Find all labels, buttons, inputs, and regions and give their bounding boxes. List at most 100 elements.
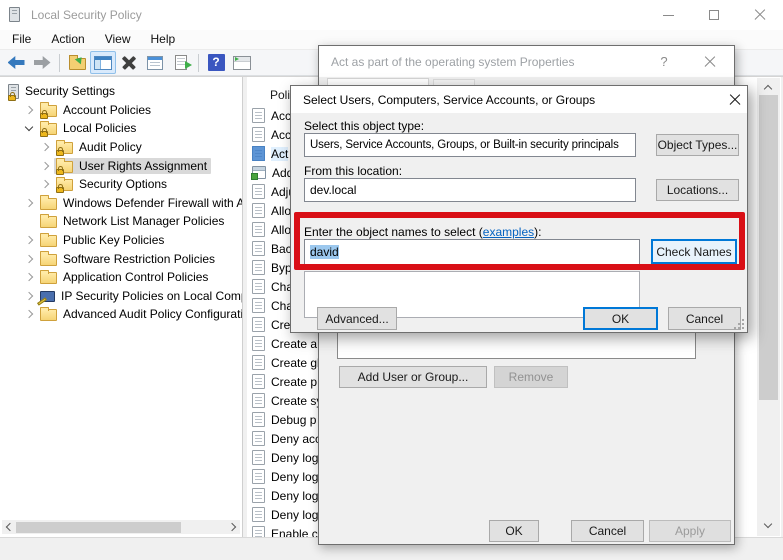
policy-doc-icon	[252, 336, 265, 351]
tree-row-content: Security Settings	[6, 83, 119, 100]
object-types-button[interactable]: Object Types...	[656, 134, 739, 156]
tree-item-network-list-manager-policies[interactable]: Network List Manager Policies	[0, 212, 242, 231]
tree-expander[interactable]	[38, 144, 54, 150]
tree-item-account-policies[interactable]: Account Policies	[0, 101, 242, 120]
ok-button[interactable]: OK	[489, 520, 539, 542]
tree-row-content: Security Options	[54, 176, 171, 192]
list-vertical-scrollbar[interactable]	[757, 78, 780, 536]
policy-doc-icon	[252, 241, 265, 256]
tree-expander[interactable]	[22, 107, 38, 113]
policy-doc-icon	[252, 127, 265, 142]
menu-view[interactable]: View	[95, 30, 141, 49]
tree-item-windows-defender-firewall-with-adva[interactable]: Windows Defender Firewall with Adva	[0, 194, 242, 213]
tree-expander[interactable]	[22, 256, 38, 262]
tree-item-software-restriction-policies[interactable]: Software Restriction Policies	[0, 249, 242, 268]
tree-expander[interactable]	[22, 127, 38, 130]
tree-item-local-policies[interactable]: Local Policies	[0, 119, 242, 138]
export-list-button[interactable]	[168, 51, 194, 74]
close-button[interactable]	[720, 86, 749, 113]
tree-horizontal-scrollbar[interactable]	[2, 520, 240, 534]
cancel-button[interactable]: Cancel	[668, 307, 741, 330]
menu-help[interactable]: Help	[141, 30, 186, 49]
chevron-right-icon	[25, 273, 33, 281]
security-settings-tree: Security Settings Account PoliciesLocal P…	[0, 82, 242, 324]
delete-button[interactable]	[116, 51, 142, 74]
chevron-right-icon	[25, 310, 33, 318]
add-user-or-group-button[interactable]: Add User or Group...	[339, 366, 487, 388]
minimize-button[interactable]	[648, 0, 688, 30]
up-one-level-button[interactable]	[64, 51, 90, 74]
check-names-button[interactable]: Check Names	[651, 239, 737, 264]
tree-item-public-key-policies[interactable]: Public Key Policies	[0, 231, 242, 250]
close-button[interactable]	[740, 0, 780, 30]
tree-expander[interactable]	[22, 237, 38, 243]
tree-item-security-options[interactable]: Security Options	[0, 175, 242, 194]
tree-item-user-rights-assignment[interactable]: User Rights Assignment	[0, 156, 242, 175]
tree-item-label: Public Key Policies	[63, 233, 164, 247]
forward-button[interactable]	[29, 51, 55, 74]
tree-row-content: Audit Policy	[54, 139, 146, 155]
tree-row-content: User Rights Assignment	[54, 158, 211, 174]
object-names-input[interactable]: david	[304, 239, 640, 265]
chevron-right-icon	[25, 199, 33, 207]
policy-doc-icon	[252, 146, 265, 161]
locations-button[interactable]: Locations...	[656, 179, 739, 201]
policy-item-label: Create p	[271, 375, 317, 389]
tree-expander[interactable]	[22, 274, 38, 280]
folder-icon	[40, 309, 57, 321]
cancel-button[interactable]: Cancel	[571, 520, 644, 542]
delete-icon	[121, 55, 137, 70]
tree-expander[interactable]	[38, 181, 54, 187]
scroll-up-icon[interactable]	[764, 83, 773, 92]
tree-expander[interactable]	[22, 311, 38, 317]
tree-item-label: User Rights Assignment	[79, 159, 207, 173]
scrollbar-thumb[interactable]	[16, 522, 181, 533]
policy-doc-icon	[252, 374, 265, 389]
maximize-icon	[709, 10, 719, 20]
examples-link[interactable]: examples	[483, 225, 534, 239]
scroll-right-icon[interactable]	[229, 523, 238, 532]
policy-item-label: Deny log	[271, 451, 318, 465]
scroll-left-icon[interactable]	[4, 523, 13, 532]
folder-icon	[40, 216, 57, 228]
lock-overlay-icon	[56, 150, 64, 156]
tree-row-content: Windows Defender Firewall with Adva	[38, 195, 243, 211]
tree-expander[interactable]	[22, 200, 38, 206]
close-button[interactable]	[695, 46, 725, 77]
tree-item-application-control-policies[interactable]: Application Control Policies	[0, 268, 242, 287]
help-button[interactable]: ?	[203, 51, 229, 74]
tree-item-audit-policy[interactable]: Audit Policy	[0, 138, 242, 157]
policy-doc-icon	[252, 469, 265, 484]
tree-item-ip-security-policies-on-local-compute[interactable]: IP Security Policies on Local Compute	[0, 287, 242, 306]
tree-expander[interactable]	[22, 293, 38, 299]
resize-grip[interactable]	[735, 320, 744, 329]
scrollbar-thumb[interactable]	[759, 95, 778, 400]
menu-action[interactable]: Action	[41, 30, 94, 49]
object-names-label: Enter the object names to select (exampl…	[304, 225, 541, 239]
maximize-button[interactable]	[694, 0, 734, 30]
tree-row-content: Application Control Policies	[38, 269, 212, 285]
chevron-down-icon	[25, 123, 33, 131]
close-icon	[754, 9, 766, 21]
window-title: Local Security Policy	[31, 8, 142, 22]
properties-button[interactable]	[142, 51, 168, 74]
menu-file[interactable]: File	[2, 30, 41, 49]
action-pane-button[interactable]	[229, 51, 255, 74]
folder-icon	[40, 198, 57, 210]
tree-expander[interactable]	[38, 163, 54, 169]
policy-item-label: Create a	[271, 337, 317, 351]
back-button[interactable]	[3, 51, 29, 74]
tree-item-security-settings[interactable]: Security Settings	[0, 82, 242, 101]
tree-item-label: Advanced Audit Policy Configuration	[63, 307, 243, 321]
ok-button[interactable]: OK	[583, 307, 658, 330]
advanced-button[interactable]: Advanced...	[317, 307, 397, 330]
console-tree-button[interactable]	[90, 51, 116, 74]
policy-doc-icon	[252, 260, 265, 275]
tree-item-label: Security Settings	[25, 84, 115, 98]
policy-item-label: Allo	[271, 204, 291, 218]
scroll-down-icon[interactable]	[764, 521, 773, 530]
policy-alt-icon	[252, 166, 266, 179]
help-button[interactable]: ?	[650, 46, 678, 77]
tree-item-advanced-audit-policy-configuration[interactable]: Advanced Audit Policy Configuration	[0, 305, 242, 324]
forward-icon	[34, 56, 51, 69]
